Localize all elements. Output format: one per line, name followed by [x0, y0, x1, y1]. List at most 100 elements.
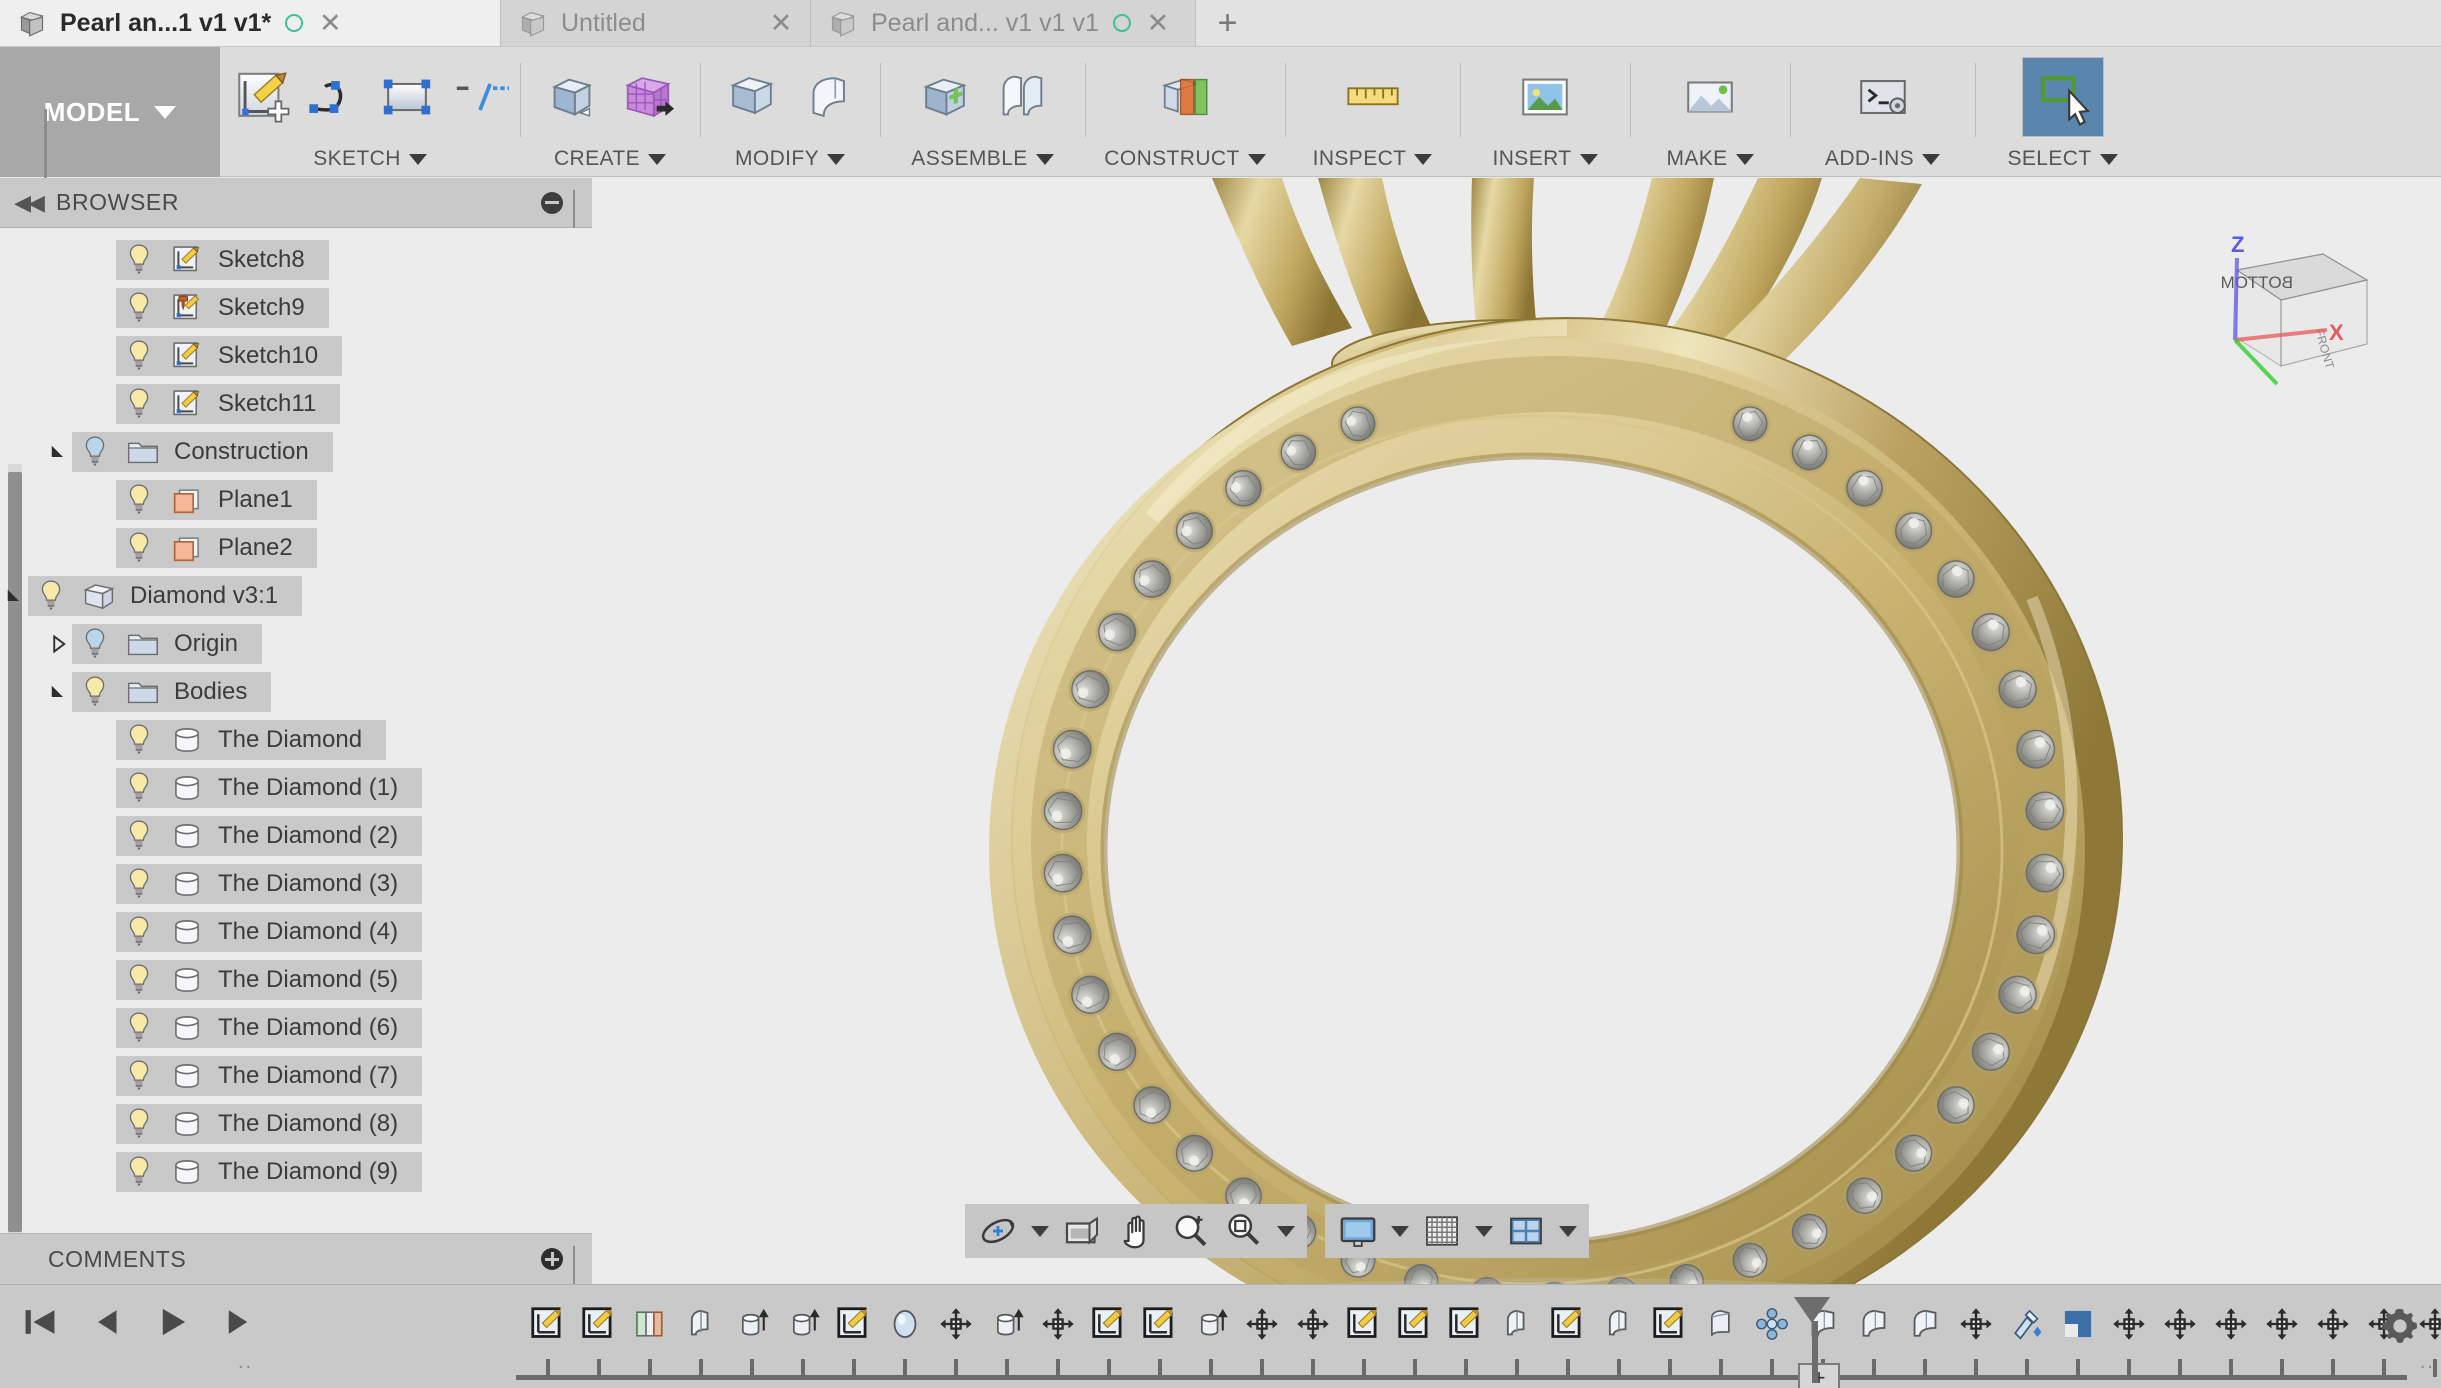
ribbon-group-create-label[interactable]: CREATE	[524, 141, 696, 177]
visibility-bulb-icon[interactable]	[116, 868, 162, 900]
visibility-bulb-icon[interactable]	[116, 532, 162, 564]
3d-viewport[interactable]: BOTTOM FRONT Z X	[592, 178, 2441, 1284]
3d-print-icon[interactable]	[1672, 61, 1748, 133]
new-component-icon[interactable]	[907, 61, 983, 133]
visibility-bulb-icon[interactable]	[116, 484, 162, 516]
timeline-feature-extrude-icon[interactable]	[1185, 1293, 1236, 1355]
timeline-feature-split-face-icon[interactable]	[675, 1293, 726, 1355]
browser-tree-item-row[interactable]: Sketch10	[116, 336, 343, 376]
minimize-icon[interactable]	[541, 191, 563, 214]
timeline-feature-move-icon[interactable]	[1032, 1293, 1083, 1355]
viewports-icon[interactable]	[1499, 1204, 1553, 1258]
ribbon-group-sketch-label[interactable]: SKETCH	[224, 141, 516, 177]
browser-tree-item-row[interactable]: Plane2	[116, 528, 317, 568]
play-icon[interactable]	[146, 1293, 198, 1351]
ribbon-group-construct-label[interactable]: CONSTRUCT	[1089, 141, 1281, 177]
browser-tree-item[interactable]: Diamond v3:1	[0, 572, 592, 620]
sketch-dimension-icon[interactable]	[443, 61, 516, 133]
collapse-left-icon[interactable]: ◀◀	[0, 190, 56, 216]
timeline-overflow-right[interactable]: ..	[2420, 1351, 2435, 1374]
add-comment-icon[interactable]	[541, 1248, 563, 1270]
browser-tree-item[interactable]: Sketch9	[0, 284, 592, 332]
visibility-bulb-icon[interactable]	[72, 676, 118, 708]
visibility-bulb-icon[interactable]	[116, 1108, 162, 1140]
ribbon-group-assemble-label[interactable]: ASSEMBLE	[884, 141, 1081, 177]
timeline-feature-revolve-icon[interactable]	[624, 1293, 675, 1355]
timeline-feature-move-icon[interactable]	[2307, 1293, 2358, 1355]
browser-tree-item[interactable]: The Diamond (4)	[0, 908, 592, 956]
joint-icon[interactable]	[983, 61, 1059, 133]
timeline-feature-pattern-icon[interactable]	[1746, 1293, 1797, 1355]
browser-tree-item-row[interactable]: Construction	[72, 432, 333, 472]
create-sketch-icon[interactable]	[224, 61, 297, 133]
timeline-feature-fillet-icon[interactable]	[1899, 1293, 1950, 1355]
timeline-feature-sketch-icon[interactable]	[1440, 1293, 1491, 1355]
browser-tree-item-row[interactable]: Diamond v3:1	[28, 576, 303, 616]
fit-icon[interactable]	[1217, 1204, 1271, 1258]
timeline-feature-move-icon[interactable]	[2205, 1293, 2256, 1355]
browser-tree-item-row[interactable]: The Diamond (3)	[116, 864, 423, 904]
fillet-icon[interactable]	[790, 61, 866, 133]
timeline-feature-sketch-icon[interactable]	[1542, 1293, 1593, 1355]
step-back-icon[interactable]	[80, 1293, 132, 1351]
document-tab-1-close-icon[interactable]: ✕	[317, 9, 343, 37]
timeline-feature-sketch-icon[interactable]	[1644, 1293, 1695, 1355]
panel-resize-grip[interactable]	[573, 189, 582, 242]
browser-tree-item[interactable]: The Diamond (7)	[0, 1052, 592, 1100]
visibility-bulb-icon[interactable]	[116, 1012, 162, 1044]
visibility-bulb-icon[interactable]	[116, 820, 162, 852]
timeline-playhead-stem[interactable]	[1812, 1321, 1818, 1383]
fit-chevron-down-icon[interactable]	[1271, 1204, 1301, 1258]
browser-tree-item[interactable]: The Diamond (9)	[0, 1148, 592, 1196]
timeline-feature-move-icon[interactable]	[2256, 1293, 2307, 1355]
browser-tree-item[interactable]: The Diamond	[0, 716, 592, 764]
visibility-bulb-icon[interactable]	[28, 580, 74, 612]
ribbon-group-select-label[interactable]: SELECT	[1979, 141, 2146, 177]
timeline-feature-move-icon[interactable]	[1287, 1293, 1338, 1355]
browser-tree-item[interactable]: Plane1	[0, 476, 592, 524]
orbit-icon[interactable]	[971, 1204, 1025, 1258]
visibility-bulb-icon[interactable]	[72, 436, 118, 468]
timeline-feature-sketch-icon[interactable]	[1338, 1293, 1389, 1355]
timeline-feature-shell-icon[interactable]	[2052, 1293, 2103, 1355]
browser-tree-item-row[interactable]: The Diamond (2)	[116, 816, 423, 856]
document-tab-1[interactable]: Pearl an...1 v1 v1* ✕	[0, 0, 500, 46]
ribbon-group-modify-label[interactable]: MODIFY	[704, 141, 876, 177]
insert-mcmaster-icon[interactable]	[1507, 61, 1583, 133]
browser-tree-item-row[interactable]: The Diamond (6)	[116, 1008, 423, 1048]
document-tab-2[interactable]: Untitled ✕	[500, 0, 810, 46]
orbit-chevron-down-icon[interactable]	[1025, 1204, 1055, 1258]
browser-tree-item-row[interactable]: Sketch11	[116, 384, 341, 424]
browser-tree-item[interactable]: Plane2	[0, 524, 592, 572]
timeline-feature-extrude-icon[interactable]	[981, 1293, 1032, 1355]
timeline-feature-extrude-icon[interactable]	[777, 1293, 828, 1355]
timeline-feature-sketch-icon[interactable]	[828, 1293, 879, 1355]
visibility-bulb-icon[interactable]	[116, 916, 162, 948]
scripts-addins-icon[interactable]	[1845, 61, 1921, 133]
look-at-icon[interactable]	[1055, 1204, 1109, 1258]
visibility-bulb-icon[interactable]	[116, 340, 162, 372]
browser-tree-item-row[interactable]: The Diamond (9)	[116, 1152, 423, 1192]
browser-tree-item[interactable]: The Diamond (8)	[0, 1100, 592, 1148]
browser-tree-item[interactable]: Sketch10	[0, 332, 592, 380]
browser-tree-item-row[interactable]: Plane1	[116, 480, 317, 520]
browser-tree-item[interactable]: Bodies	[0, 668, 592, 716]
visibility-bulb-icon[interactable]	[116, 244, 162, 276]
press-pull-icon[interactable]	[714, 61, 790, 133]
timeline-feature-extrude-icon[interactable]	[726, 1293, 777, 1355]
timeline-feature-sphere-icon[interactable]	[879, 1293, 930, 1355]
timeline-overflow-left[interactable]: ..	[238, 1351, 253, 1374]
visibility-bulb-icon[interactable]	[116, 724, 162, 756]
browser-tree-item-row[interactable]: The Diamond (5)	[116, 960, 423, 1000]
visibility-bulb-icon[interactable]	[116, 772, 162, 804]
timeline-feature-loft-icon[interactable]	[1695, 1293, 1746, 1355]
visibility-bulb-icon[interactable]	[116, 388, 162, 420]
timeline-feature-move-icon[interactable]	[930, 1293, 981, 1355]
timeline-end-marker[interactable]: +	[1798, 1363, 1840, 1388]
expand-arrow-down-icon[interactable]	[44, 682, 72, 702]
ribbon-group-addins-label[interactable]: ADD-INS	[1794, 141, 1971, 177]
browser-tree-item-row[interactable]: The Diamond (8)	[116, 1104, 423, 1144]
browser-tree-item-row[interactable]: The Diamond (7)	[116, 1056, 423, 1096]
browser-tree-item-row[interactable]: Origin	[72, 624, 263, 664]
expand-arrow-down-icon[interactable]	[44, 442, 72, 462]
